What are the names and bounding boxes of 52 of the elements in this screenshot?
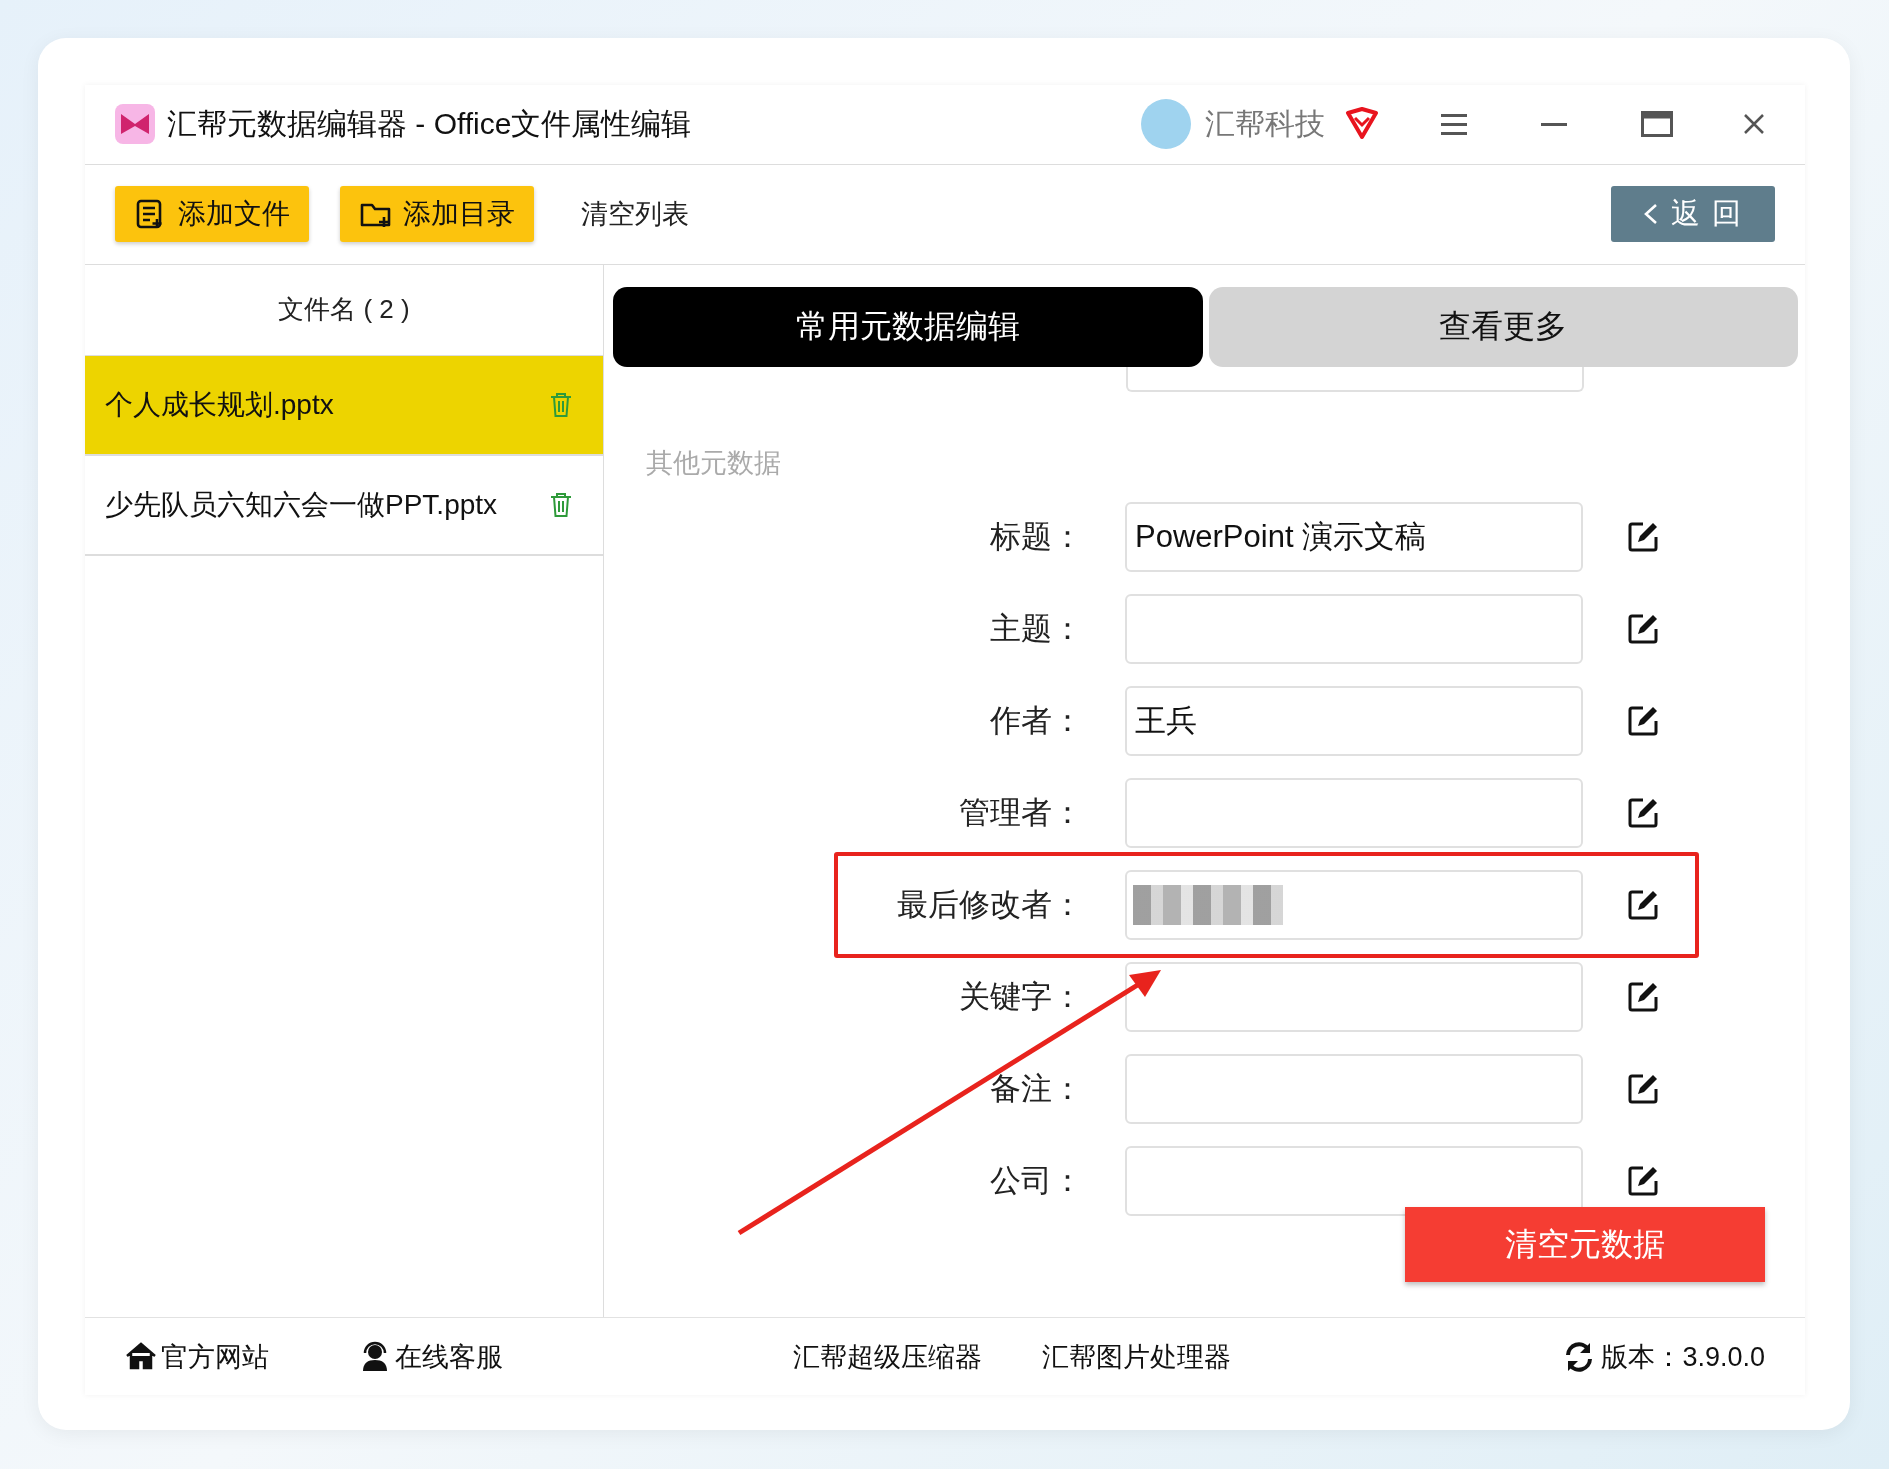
footer-link[interactable]: 汇帮图片处理器 [1041,1338,1231,1375]
section-title: 其他元数据 [646,447,781,481]
field-label: 公司： [989,1161,1084,1200]
close-icon[interactable] [1743,113,1765,136]
input-field[interactable] [1125,593,1583,664]
file-name: 个人成长规划.pptx [105,387,335,422]
back-button[interactable]: 返 回 [1611,186,1775,243]
menu-icon[interactable] [1441,111,1467,137]
edit-icon[interactable] [1627,704,1659,737]
edit-icon[interactable] [1627,980,1659,1013]
trash-icon[interactable] [549,491,573,518]
edit-icon[interactable] [1627,888,1659,921]
diamond-icon [1345,107,1379,142]
edit-icon[interactable] [1627,1164,1659,1197]
field-label: 关键字： [958,977,1084,1016]
field-label: 备注： [989,1069,1084,1108]
field-label: 主题： [989,609,1084,648]
input-field[interactable] [1125,869,1583,940]
edit-icon[interactable] [1627,612,1659,645]
footer-link[interactable]: 官方网站 [125,1338,269,1375]
input-field[interactable] [1125,961,1583,1032]
clear-list-button[interactable]: 清空列表 [565,196,705,233]
app-logo-icon [115,104,155,145]
add-file-button[interactable]: 添加文件 [115,186,309,243]
file-name: 少先队员六知六会一做PPT.pptx [105,487,499,522]
input-field[interactable]: PowerPoint 演示文稿 [1125,501,1583,572]
file-item[interactable]: 少先队员六知六会一做PPT.pptx [85,455,603,556]
version-text: 版本：3.9.0.0 [1601,1340,1765,1374]
field-label: 标题： [989,517,1084,556]
field-label: 作者： [989,701,1084,740]
footer-link[interactable]: 在线客服 [359,1338,503,1375]
clear-metadata-button[interactable]: 清空元数据 [1405,1207,1765,1283]
add-folder-button[interactable]: 添加目录 [340,186,534,243]
user-name: 汇帮科技 [1205,105,1325,142]
tab[interactable]: 查看更多 [1208,286,1798,367]
maximize-icon[interactable] [1641,111,1673,138]
field-label: 最后修改者： [896,885,1084,924]
edit-icon[interactable] [1627,796,1659,829]
input-field[interactable] [1125,1145,1583,1216]
edit-icon[interactable] [1627,1072,1659,1105]
input-field[interactable] [1126,366,1584,392]
footer-link[interactable]: 汇帮超级压缩器 [792,1338,982,1375]
input-field[interactable] [1125,777,1583,848]
tab[interactable]: 常用元数据编辑 [613,286,1203,367]
window-title: 汇帮元数据编辑器 - Office文件属性编辑 [167,105,693,142]
field-label: 管理者： [958,793,1084,832]
file-item[interactable]: 个人成长规划.pptx [85,355,603,456]
edit-icon[interactable] [1627,520,1659,553]
input-field[interactable] [1125,1053,1583,1124]
input-field[interactable]: 王兵 [1125,685,1583,756]
column-header: 文件名 ( 2 ) [278,293,410,327]
chevron-left-icon [1642,203,1659,226]
